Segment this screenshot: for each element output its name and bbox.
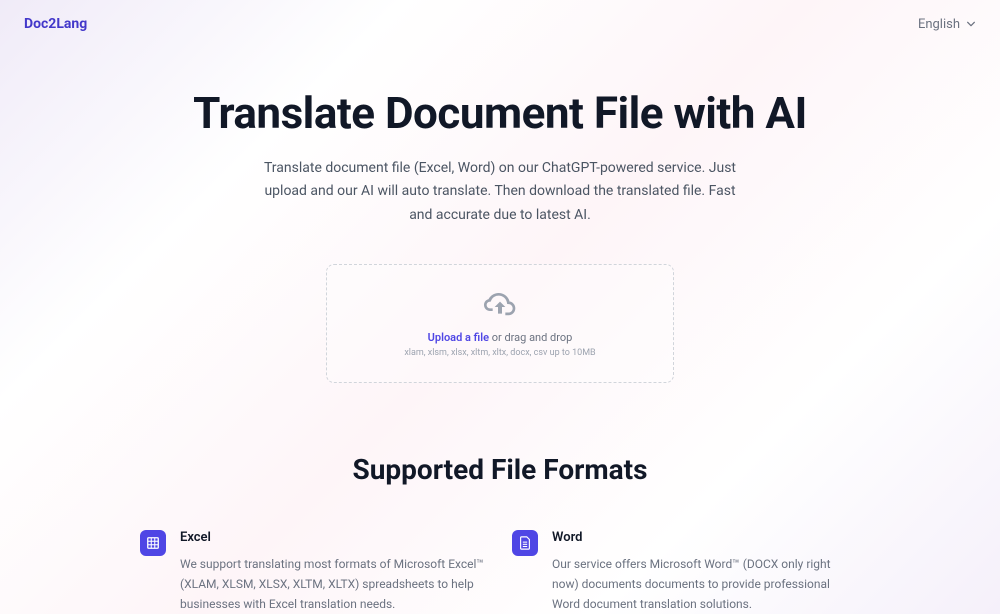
format-name: Excel [180, 530, 488, 545]
upload-dropzone[interactable]: Upload a file or drag and drop xlam, xls… [326, 264, 674, 383]
header: Doc2Lang English [0, 0, 1000, 48]
chevron-down-icon [966, 19, 976, 29]
upload-hint: xlam, xlsm, xlsx, xltm, xltx, docx, csv … [347, 348, 653, 358]
hero-subtitle: Translate document file (Excel, Word) on… [260, 157, 740, 228]
formats-grid: Excel We support translating most format… [140, 530, 860, 614]
format-card-word: Word Our service offers Microsoft Word™ … [512, 530, 860, 614]
upload-text: Upload a file or drag and drop [347, 331, 653, 344]
hero-title: Translate Document File with AI [170, 88, 830, 139]
format-content: Excel We support translating most format… [180, 530, 488, 614]
logo-link[interactable]: Doc2Lang [24, 16, 87, 32]
format-name: Word [552, 530, 860, 545]
formats-section: Supported File Formats Excel We support … [120, 453, 880, 614]
upload-suffix-text: or drag and drop [489, 331, 572, 344]
format-content: Word Our service offers Microsoft Word™ … [552, 530, 860, 614]
upload-link-text: Upload a file [428, 331, 489, 344]
format-card-excel: Excel We support translating most format… [140, 530, 488, 614]
format-description: We support translating most formats of M… [180, 555, 488, 614]
format-description: Our service offers Microsoft Word™ (DOCX… [552, 555, 860, 614]
language-label: English [918, 17, 960, 32]
formats-title: Supported File Formats [140, 453, 860, 486]
word-file-icon [512, 530, 538, 556]
hero-section: Translate Document File with AI Translat… [150, 48, 850, 403]
cloud-upload-icon [347, 293, 653, 321]
excel-file-icon [140, 530, 166, 556]
language-selector[interactable]: English [918, 17, 976, 32]
